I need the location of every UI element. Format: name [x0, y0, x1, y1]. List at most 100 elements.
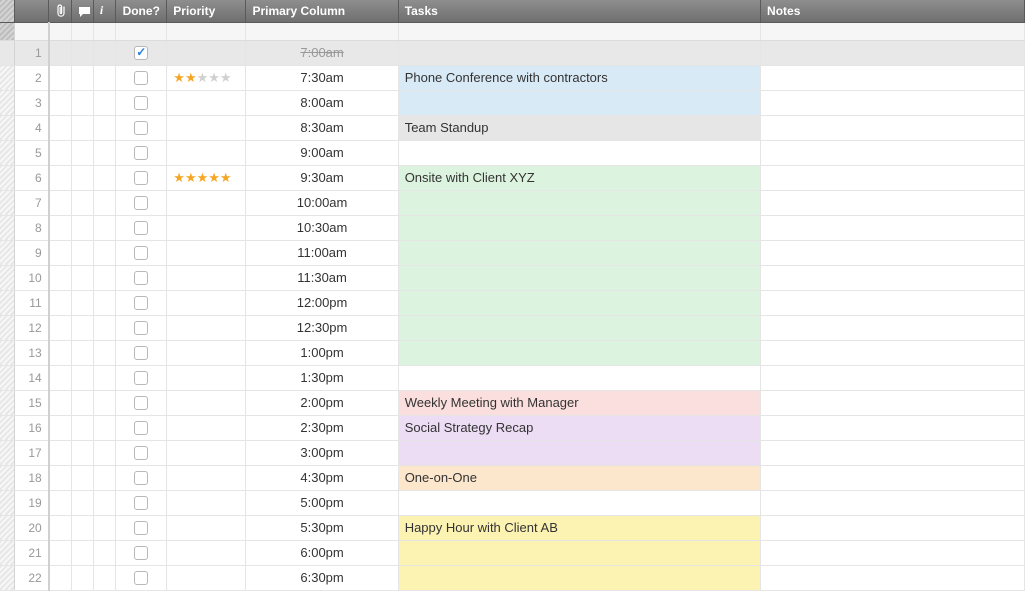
- cell-priority[interactable]: [167, 565, 246, 590]
- cell-primary[interactable]: 9:00am: [246, 140, 398, 165]
- cell-notes[interactable]: [761, 265, 1025, 290]
- cell-done[interactable]: [116, 290, 167, 315]
- cell-notes[interactable]: [761, 290, 1025, 315]
- cell-primary[interactable]: 5:00pm: [246, 490, 398, 515]
- cell-primary[interactable]: 5:30pm: [246, 515, 398, 540]
- cell-tasks[interactable]: [398, 540, 760, 565]
- row-handle[interactable]: [0, 265, 14, 290]
- cell-done[interactable]: [116, 240, 167, 265]
- cell-notes[interactable]: [761, 390, 1025, 415]
- cell-priority[interactable]: [167, 465, 246, 490]
- cell-priority[interactable]: [167, 390, 246, 415]
- cell-comments[interactable]: [71, 140, 93, 165]
- cell-notes[interactable]: [761, 190, 1025, 215]
- row-handle[interactable]: [0, 290, 14, 315]
- cell-info[interactable]: [93, 365, 115, 390]
- row-number[interactable]: 2: [14, 65, 49, 90]
- cell-priority[interactable]: ★★★★★: [167, 165, 246, 190]
- cell-done[interactable]: [116, 490, 167, 515]
- row-number[interactable]: 17: [14, 440, 49, 465]
- cell-notes[interactable]: [761, 215, 1025, 240]
- cell-attachments[interactable]: [49, 190, 71, 215]
- cell-primary[interactable]: 12:30pm: [246, 315, 398, 340]
- cell-tasks[interactable]: [398, 565, 760, 590]
- cell-attachments[interactable]: [49, 215, 71, 240]
- done-checkbox[interactable]: [134, 421, 148, 435]
- cell-tasks[interactable]: [398, 490, 760, 515]
- row-handle[interactable]: [0, 440, 14, 465]
- header-tasks[interactable]: Tasks: [398, 0, 760, 22]
- cell-info[interactable]: [93, 565, 115, 590]
- cell-notes[interactable]: [761, 165, 1025, 190]
- cell-attachments[interactable]: [49, 290, 71, 315]
- done-checkbox[interactable]: [134, 571, 148, 585]
- cell-priority[interactable]: [167, 365, 246, 390]
- cell-notes[interactable]: [761, 365, 1025, 390]
- cell-done[interactable]: [116, 140, 167, 165]
- cell-tasks[interactable]: [398, 265, 760, 290]
- done-checkbox[interactable]: [134, 71, 148, 85]
- cell-info[interactable]: [93, 440, 115, 465]
- row-handle[interactable]: [0, 315, 14, 340]
- header-notes[interactable]: Notes: [761, 0, 1025, 22]
- cell-info[interactable]: [93, 90, 115, 115]
- cell-tasks[interactable]: Weekly Meeting with Manager: [398, 390, 760, 415]
- cell-attachments[interactable]: [49, 240, 71, 265]
- cell-info[interactable]: [93, 415, 115, 440]
- cell-attachments[interactable]: [49, 165, 71, 190]
- cell-comments[interactable]: [71, 440, 93, 465]
- cell-priority[interactable]: [167, 190, 246, 215]
- cell-primary[interactable]: 10:30am: [246, 215, 398, 240]
- row-number[interactable]: 1: [14, 40, 49, 65]
- cell-priority[interactable]: ★★★★★: [167, 65, 246, 90]
- cell-tasks[interactable]: [398, 290, 760, 315]
- cell-priority[interactable]: [167, 490, 246, 515]
- row-handle[interactable]: [0, 90, 14, 115]
- row-number[interactable]: 15: [14, 390, 49, 415]
- cell-notes[interactable]: [761, 415, 1025, 440]
- cell-attachments[interactable]: [49, 490, 71, 515]
- row-handle[interactable]: [0, 415, 14, 440]
- row-number[interactable]: 14: [14, 365, 49, 390]
- header-attachments[interactable]: [49, 0, 71, 22]
- cell-priority[interactable]: [167, 40, 246, 65]
- row-number[interactable]: 7: [14, 190, 49, 215]
- cell-attachments[interactable]: [49, 540, 71, 565]
- cell-primary[interactable]: 12:00pm: [246, 290, 398, 315]
- cell-primary[interactable]: 2:00pm: [246, 390, 398, 415]
- cell-info[interactable]: [93, 515, 115, 540]
- done-checkbox[interactable]: [134, 521, 148, 535]
- cell-done[interactable]: [116, 515, 167, 540]
- row-handle[interactable]: [0, 40, 14, 65]
- cell-attachments[interactable]: [49, 115, 71, 140]
- row-number[interactable]: 10: [14, 265, 49, 290]
- row-number[interactable]: 13: [14, 340, 49, 365]
- row-number[interactable]: 6: [14, 165, 49, 190]
- cell-attachments[interactable]: [49, 465, 71, 490]
- cell-tasks[interactable]: [398, 315, 760, 340]
- cell-tasks[interactable]: [398, 215, 760, 240]
- cell-info[interactable]: [93, 190, 115, 215]
- cell-tasks[interactable]: Team Standup: [398, 115, 760, 140]
- cell-comments[interactable]: [71, 515, 93, 540]
- header-comments[interactable]: [71, 0, 93, 22]
- cell-comments[interactable]: [71, 265, 93, 290]
- row-number[interactable]: 19: [14, 490, 49, 515]
- row-handle[interactable]: [0, 240, 14, 265]
- cell-done[interactable]: [116, 415, 167, 440]
- cell-primary[interactable]: 3:00pm: [246, 440, 398, 465]
- done-checkbox[interactable]: [134, 296, 148, 310]
- cell-primary[interactable]: 1:00pm: [246, 340, 398, 365]
- cell-attachments[interactable]: [49, 65, 71, 90]
- cell-priority[interactable]: [167, 415, 246, 440]
- cell-priority[interactable]: [167, 515, 246, 540]
- cell-done[interactable]: [116, 390, 167, 415]
- row-handle[interactable]: [0, 365, 14, 390]
- cell-done[interactable]: [116, 215, 167, 240]
- cell-comments[interactable]: [71, 115, 93, 140]
- cell-info[interactable]: [93, 290, 115, 315]
- cell-primary[interactable]: 9:30am: [246, 165, 398, 190]
- header-primary[interactable]: Primary Column: [246, 0, 398, 22]
- cell-comments[interactable]: [71, 215, 93, 240]
- done-checkbox[interactable]: [134, 271, 148, 285]
